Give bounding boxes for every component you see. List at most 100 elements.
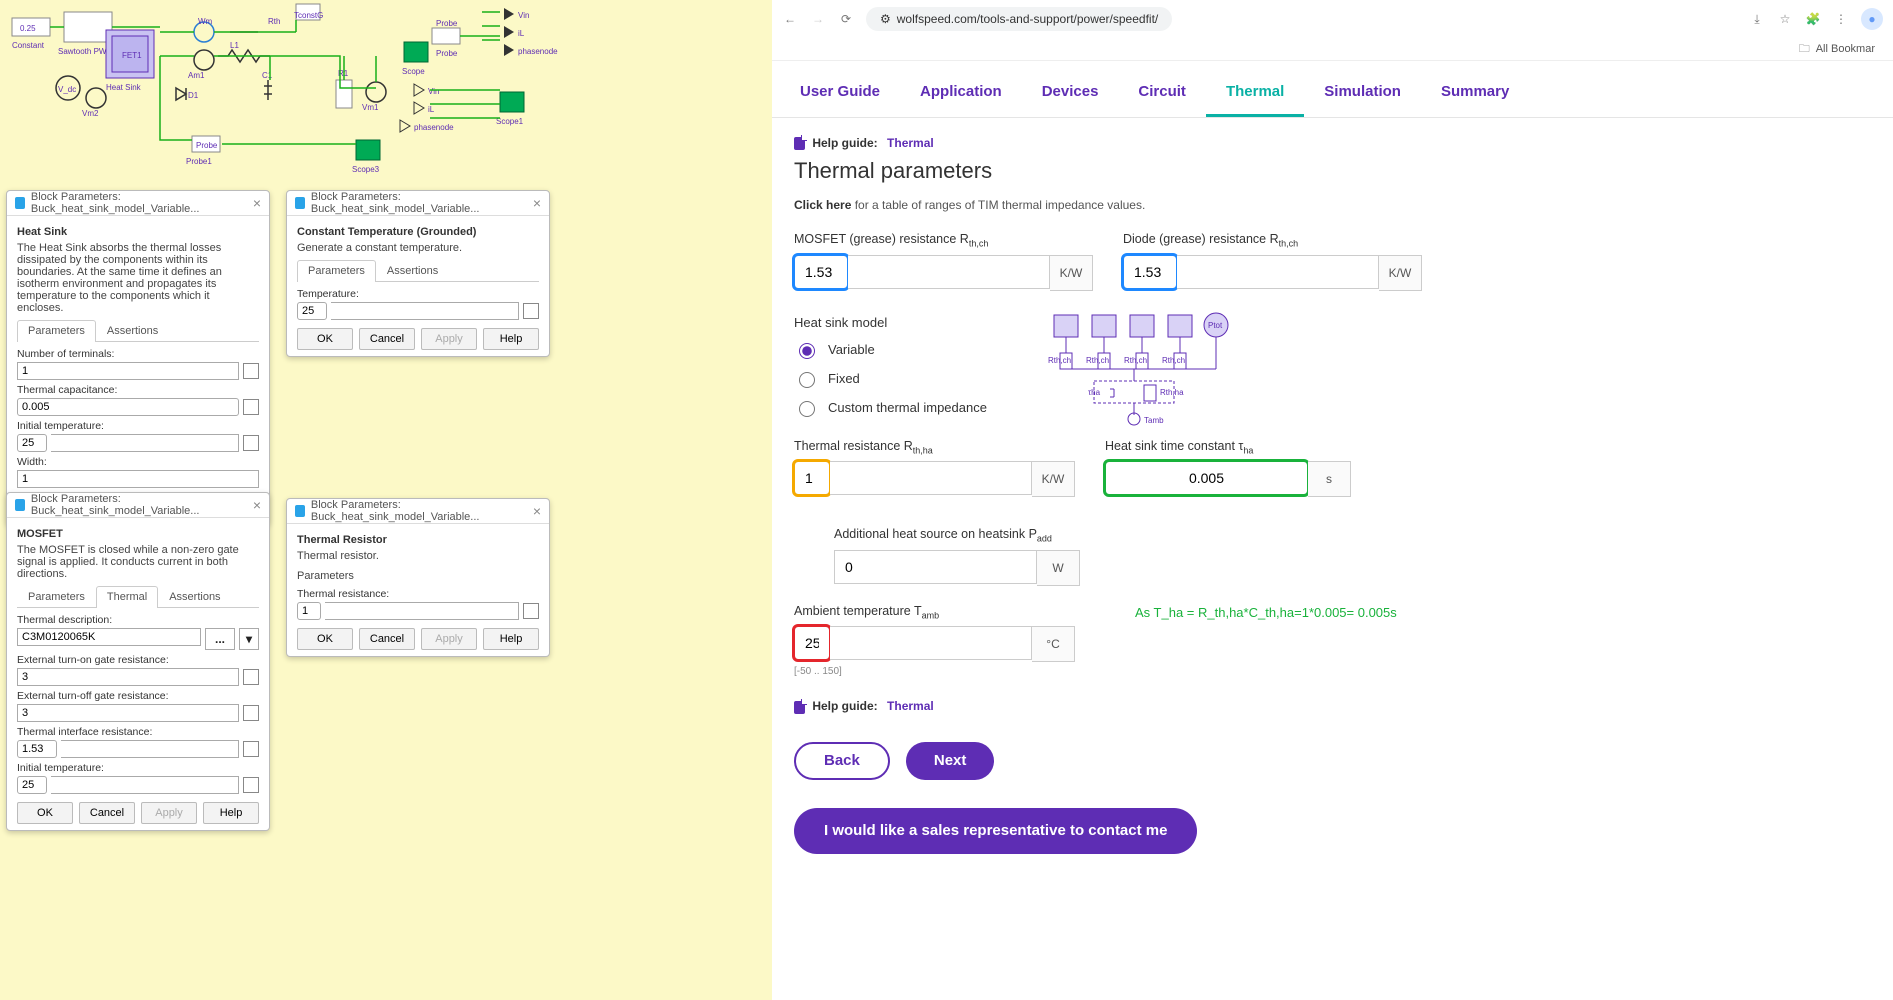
checkbox[interactable] [523, 303, 539, 319]
tab-assertions[interactable]: Assertions [158, 586, 231, 607]
back-button[interactable]: Back [794, 742, 890, 780]
input-ext-on[interactable] [17, 668, 239, 686]
cancel-button[interactable]: Cancel [79, 802, 135, 824]
svg-text:Ptot: Ptot [1208, 321, 1223, 330]
help-button[interactable]: Help [483, 328, 539, 350]
input-therm-res-rest[interactable] [325, 602, 519, 620]
tab-parameters[interactable]: Parameters [17, 586, 96, 607]
next-button[interactable]: Next [906, 742, 995, 780]
input-mosfet-rthch[interactable] [794, 255, 848, 289]
menu-icon[interactable]: ⋮ [1833, 11, 1849, 27]
svg-text:Wm: Wm [198, 17, 213, 26]
input-init-temp[interactable] [17, 776, 47, 794]
help-guide-top: Help guide: Thermal [794, 136, 1554, 150]
apply-button[interactable]: Apply [421, 328, 477, 350]
checkbox[interactable] [243, 363, 259, 379]
input-therm-desc[interactable] [17, 628, 201, 646]
site-tabs: User Guide Application Devices Circuit T… [772, 69, 1893, 118]
radio-variable[interactable]: Variable [794, 340, 1014, 359]
checkbox[interactable] [243, 399, 259, 415]
checkbox[interactable] [243, 741, 259, 757]
click-here-link[interactable]: Click here [794, 198, 851, 212]
tab-summary[interactable]: Summary [1421, 69, 1529, 117]
tab-thermal[interactable]: Thermal [1206, 69, 1304, 117]
radio-fixed[interactable]: Fixed [794, 369, 1014, 388]
input-therm-cap[interactable] [17, 398, 239, 416]
star-icon[interactable]: ☆ [1777, 11, 1793, 27]
input-ext-off[interactable] [17, 704, 239, 722]
input-padd[interactable] [834, 550, 1037, 584]
ok-button[interactable]: OK [17, 802, 73, 824]
cancel-button[interactable]: Cancel [359, 328, 415, 350]
input-tir-rest[interactable] [61, 740, 239, 758]
back-icon[interactable]: ← [782, 11, 798, 27]
input-tamb-rest[interactable] [830, 626, 1032, 660]
folder-icon[interactable]: 🗀 [1799, 40, 1810, 59]
input-width[interactable] [17, 470, 259, 488]
input-temperature[interactable] [297, 302, 327, 320]
input-diode-rthch[interactable] [1123, 255, 1177, 289]
cancel-button[interactable]: Cancel [359, 628, 415, 650]
checkbox[interactable] [243, 705, 259, 721]
input-init-temp-rest[interactable] [51, 776, 239, 794]
close-icon[interactable]: × [253, 195, 261, 211]
forward-icon[interactable]: → [810, 11, 826, 27]
address-bar[interactable]: ⚙ wolfspeed.com/tools-and-support/power/… [866, 7, 1172, 31]
tab-circuit[interactable]: Circuit [1118, 69, 1206, 117]
tab-simulation[interactable]: Simulation [1304, 69, 1421, 117]
tab-assertions[interactable]: Assertions [376, 260, 449, 281]
input-mosfet-rthch-rest[interactable] [848, 255, 1050, 289]
input-tir[interactable] [17, 740, 57, 758]
input-diode-rthch-rest[interactable] [1177, 255, 1379, 289]
page-content: Help guide: Thermal Thermal parameters C… [772, 118, 1576, 894]
input-temperature-rest[interactable] [331, 302, 519, 320]
apply-button[interactable]: Apply [141, 802, 197, 824]
unit: K/W [1032, 461, 1075, 497]
browse-button[interactable]: ... [205, 628, 235, 650]
help-guide-link[interactable]: Thermal [887, 136, 934, 150]
close-icon[interactable]: × [253, 497, 261, 513]
checkbox[interactable] [523, 603, 539, 619]
block-desc: Generate a constant temperature. [297, 242, 539, 254]
field-mosfet-rthch: MOSFET (grease) resistance Rth,ch K/W [794, 232, 1093, 291]
tab-user-guide[interactable]: User Guide [780, 69, 900, 117]
tab-parameters[interactable]: Parameters [17, 320, 96, 342]
tab-assertions[interactable]: Assertions [96, 320, 169, 341]
tab-application[interactable]: Application [900, 69, 1022, 117]
help-button[interactable]: Help [203, 802, 259, 824]
checkbox[interactable] [243, 669, 259, 685]
checkbox[interactable] [243, 777, 259, 793]
input-tau[interactable] [1105, 461, 1308, 495]
tab-thermal[interactable]: Thermal [96, 586, 158, 608]
tab-parameters[interactable]: Parameters [297, 260, 376, 282]
all-bookmarks[interactable]: All Bookmar [1816, 43, 1875, 55]
apply-button[interactable]: Apply [421, 628, 477, 650]
close-icon[interactable]: × [533, 503, 541, 519]
chevron-down-icon[interactable]: ▾ [239, 628, 259, 650]
reload-icon[interactable]: ⟳ [838, 11, 854, 27]
input-init-temp-rest[interactable] [51, 434, 239, 452]
site-settings-icon[interactable]: ⚙ [880, 12, 891, 26]
extensions-icon[interactable]: 🧩 [1805, 11, 1821, 27]
label-tamb: Ambient temperature Tamb [794, 604, 1075, 621]
radio-custom[interactable]: Custom thermal impedance [794, 398, 1014, 417]
label-ext-off: External turn-off gate resistance: [17, 690, 259, 702]
contact-sales-button[interactable]: I would like a sales representative to c… [794, 808, 1197, 854]
profile-icon[interactable]: ● [1861, 8, 1883, 30]
input-rthha[interactable] [794, 461, 830, 495]
tab-devices[interactable]: Devices [1022, 69, 1119, 117]
label-width: Width: [17, 456, 259, 468]
input-num-terminals[interactable] [17, 362, 239, 380]
help-button[interactable]: Help [483, 628, 539, 650]
close-icon[interactable]: × [533, 195, 541, 211]
input-therm-res[interactable] [297, 602, 321, 620]
input-tamb[interactable] [794, 626, 830, 660]
browser-toolbar: ← → ⟳ ⚙ wolfspeed.com/tools-and-support/… [772, 0, 1893, 38]
ok-button[interactable]: OK [297, 328, 353, 350]
ok-button[interactable]: OK [297, 628, 353, 650]
install-icon[interactable]: ⤓ [1749, 11, 1765, 27]
input-rthha-rest[interactable] [830, 461, 1032, 495]
input-init-temp[interactable] [17, 434, 47, 452]
checkbox[interactable] [243, 435, 259, 451]
help-guide-link[interactable]: Thermal [887, 699, 934, 713]
